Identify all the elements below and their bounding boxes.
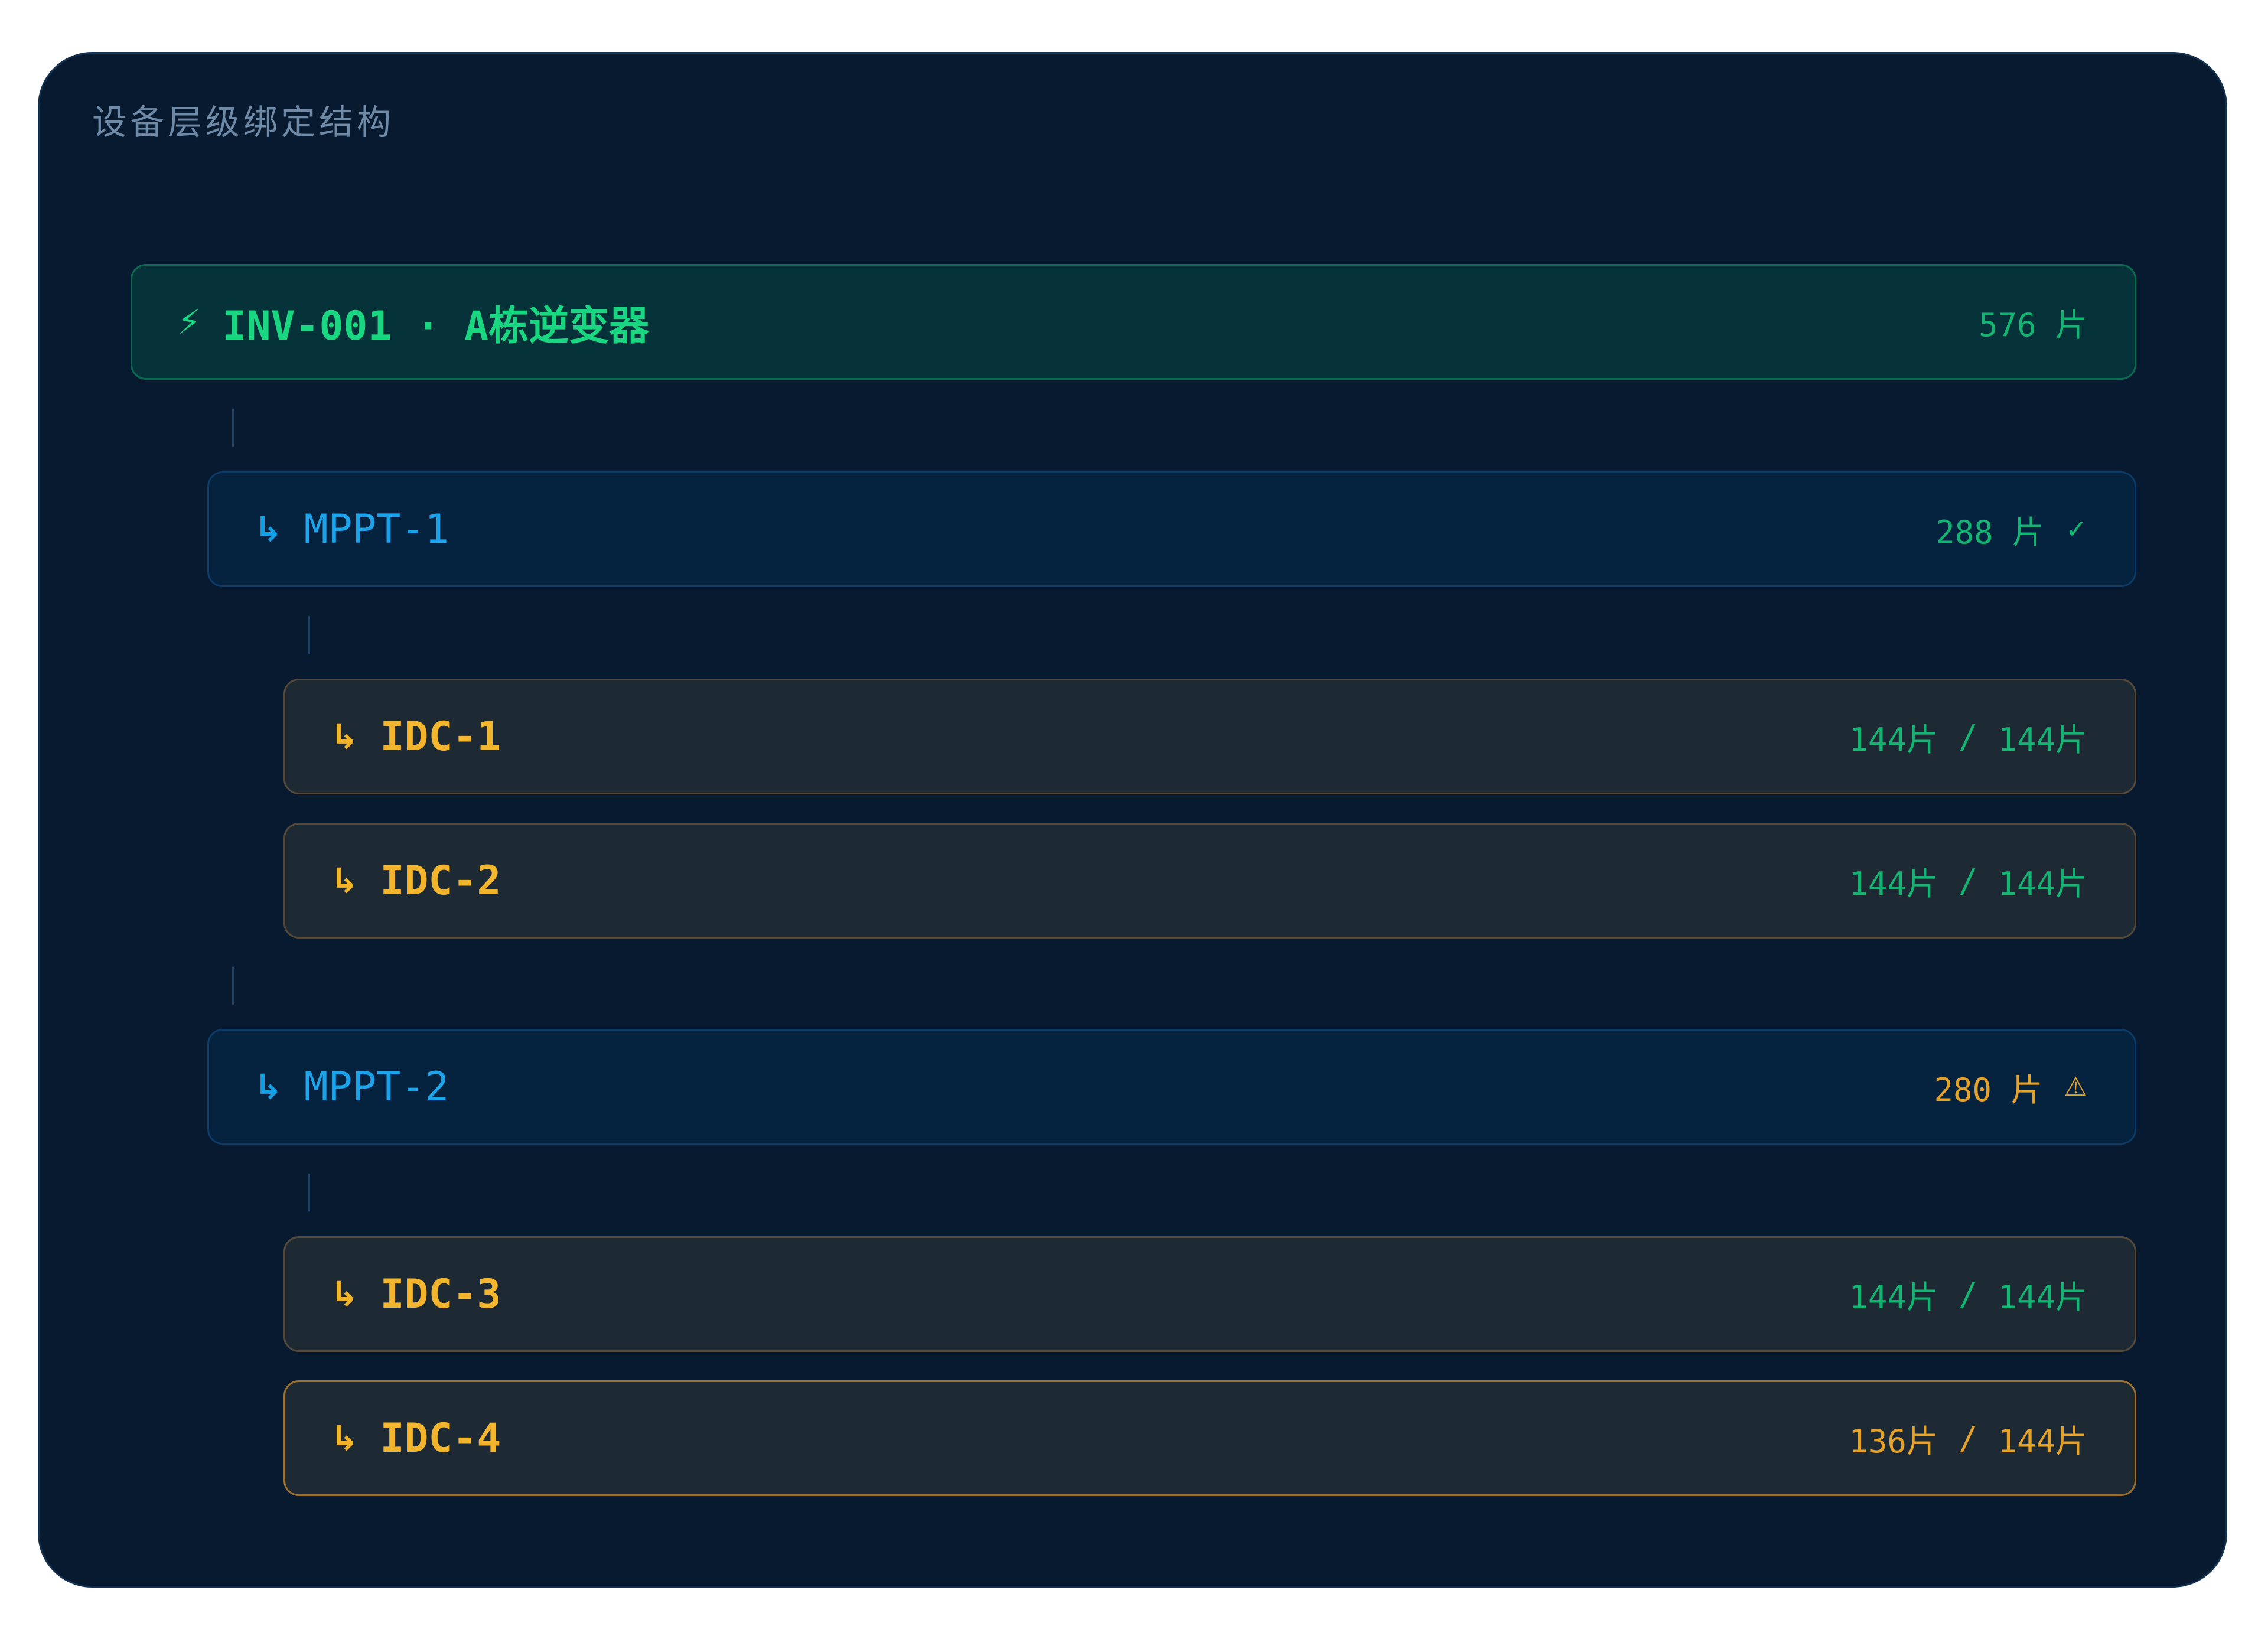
warning-icon: ⚠ bbox=[2064, 1071, 2087, 1102]
bound-count: 144片 bbox=[1849, 721, 1938, 758]
tree-connector bbox=[308, 1174, 310, 1211]
panel-count-text: 576 片 bbox=[1978, 306, 2087, 344]
child-arrow-icon: ↳ bbox=[254, 1067, 283, 1107]
child-arrow-icon: ↳ bbox=[330, 716, 359, 757]
capacity-count: 144片 bbox=[1997, 1422, 2087, 1460]
idc-label: IDC-3 bbox=[380, 1270, 501, 1318]
idc-binding-count: 144片 / 144片 bbox=[1849, 858, 2087, 904]
mppt-node-2[interactable]: ↳ MPPT-2 280 片 ⚠ bbox=[207, 1029, 2136, 1145]
inverter-node[interactable]: ⚡ INV-001 · A栋逆变器 576 片 bbox=[131, 264, 2136, 380]
count-separator: / bbox=[1958, 718, 1978, 755]
tree-connector bbox=[308, 616, 310, 654]
idc-label: IDC-4 bbox=[380, 1415, 501, 1462]
count-separator: / bbox=[1958, 1275, 1978, 1313]
section-title: 设备层级绑定结构 bbox=[92, 102, 395, 142]
idc-binding-count: 136片 / 144片 bbox=[1849, 1415, 2087, 1462]
tree-connector bbox=[232, 409, 234, 447]
capacity-count: 144片 bbox=[1997, 865, 2087, 902]
mppt-node-1[interactable]: ↳ MPPT-1 288 片 ✓ bbox=[207, 471, 2136, 587]
bound-count: 144片 bbox=[1849, 865, 1938, 902]
tree-connector bbox=[232, 967, 234, 1005]
bound-count: 144片 bbox=[1849, 1278, 1938, 1316]
idc-binding-count: 144片 / 144片 bbox=[1849, 1271, 2087, 1318]
child-arrow-icon: ↳ bbox=[330, 861, 359, 901]
count-separator: / bbox=[1958, 1419, 1978, 1457]
bound-count: 136片 bbox=[1849, 1422, 1938, 1460]
child-arrow-icon: ↳ bbox=[254, 509, 283, 549]
inverter-panel-count: 576 片 bbox=[1979, 299, 2087, 346]
child-arrow-icon: ↳ bbox=[330, 1274, 359, 1314]
panel-count-text: 280 片 bbox=[1934, 1071, 2043, 1109]
idc-node-4[interactable]: ↳ IDC-4 136片 / 144片 bbox=[284, 1380, 2136, 1496]
idc-node-3[interactable]: ↳ IDC-3 144片 / 144片 bbox=[284, 1236, 2136, 1352]
mppt-label: MPPT-1 bbox=[304, 506, 449, 553]
idc-binding-count: 144片 / 144片 bbox=[1849, 713, 2087, 760]
idc-node-2[interactable]: ↳ IDC-2 144片 / 144片 bbox=[284, 823, 2136, 939]
mppt-label: MPPT-2 bbox=[304, 1063, 449, 1110]
mppt-panel-count: 280 片 ⚠ bbox=[1934, 1064, 2088, 1110]
inverter-label: INV-001 · A栋逆变器 bbox=[222, 302, 650, 350]
idc-label: IDC-2 bbox=[380, 857, 501, 904]
count-separator: / bbox=[1958, 862, 1978, 900]
panel-count-text: 288 片 bbox=[1935, 513, 2045, 551]
idc-label: IDC-1 bbox=[380, 713, 501, 760]
idc-node-1[interactable]: ↳ IDC-1 144片 / 144片 bbox=[284, 679, 2136, 794]
capacity-count: 144片 bbox=[1997, 1278, 2087, 1316]
capacity-count: 144片 bbox=[1997, 721, 2087, 758]
mppt-panel-count: 288 片 ✓ bbox=[1935, 506, 2087, 553]
check-icon: ✓ bbox=[2065, 514, 2087, 545]
lightning-bolt-icon: ⚡ bbox=[177, 302, 201, 342]
child-arrow-icon: ↳ bbox=[330, 1418, 359, 1458]
